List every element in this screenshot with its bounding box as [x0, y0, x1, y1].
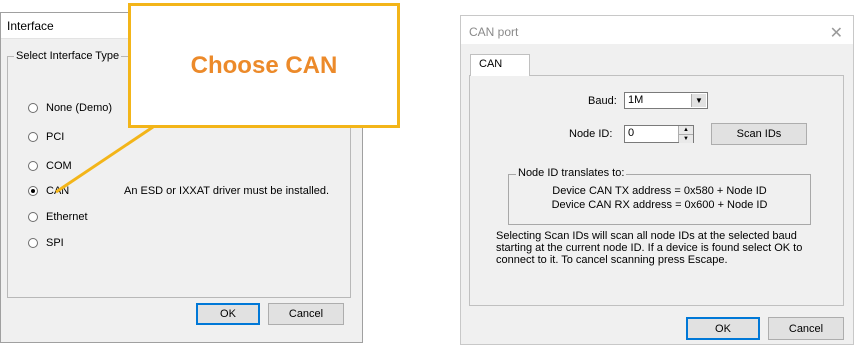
scan-description: Selecting Scan IDs will scan all node ID…	[496, 230, 803, 266]
scan-ids-button[interactable]: Scan IDs	[711, 123, 807, 145]
can-port-titlebar: CAN port ✕	[461, 16, 853, 44]
callout-box: Choose CAN	[128, 3, 400, 128]
baud-value: 1M	[628, 94, 644, 106]
node-id-value: 0	[628, 127, 635, 139]
tab-can[interactable]: CAN	[470, 54, 530, 76]
stepper-down-icon[interactable]: ▼	[679, 135, 693, 143]
node-id-stepper[interactable]: 0 ▲ ▼	[624, 125, 694, 143]
can-cancel-button[interactable]: Cancel	[768, 317, 844, 340]
node-id-label: Node ID:	[569, 128, 613, 140]
stepper-up-icon[interactable]: ▲	[679, 126, 693, 135]
tx-address-line: Device CAN TX address = 0x580 + Node ID	[552, 185, 767, 197]
callout-text: Choose CAN	[190, 52, 338, 79]
stepper-buttons: ▲ ▼	[678, 126, 693, 143]
baud-label: Baud:	[588, 95, 617, 107]
translation-group-label: Node ID translates to:	[516, 167, 627, 179]
node-id-translation-group: Device CAN TX address = 0x580 + Node ID …	[508, 174, 811, 225]
chevron-down-icon[interactable]: ▼	[691, 94, 706, 107]
close-icon[interactable]: ✕	[830, 23, 843, 43]
callout-pointer	[55, 125, 154, 194]
rx-address-line: Device CAN RX address = 0x600 + Node ID	[551, 199, 768, 211]
can-port-dialog: CAN port ✕ CAN Baud: 1M ▼ Node ID: 0 ▲ ▼…	[460, 15, 854, 345]
can-port-title: CAN port	[469, 25, 519, 39]
can-ok-button[interactable]: OK	[686, 317, 760, 340]
baud-select[interactable]: 1M ▼	[624, 92, 708, 109]
